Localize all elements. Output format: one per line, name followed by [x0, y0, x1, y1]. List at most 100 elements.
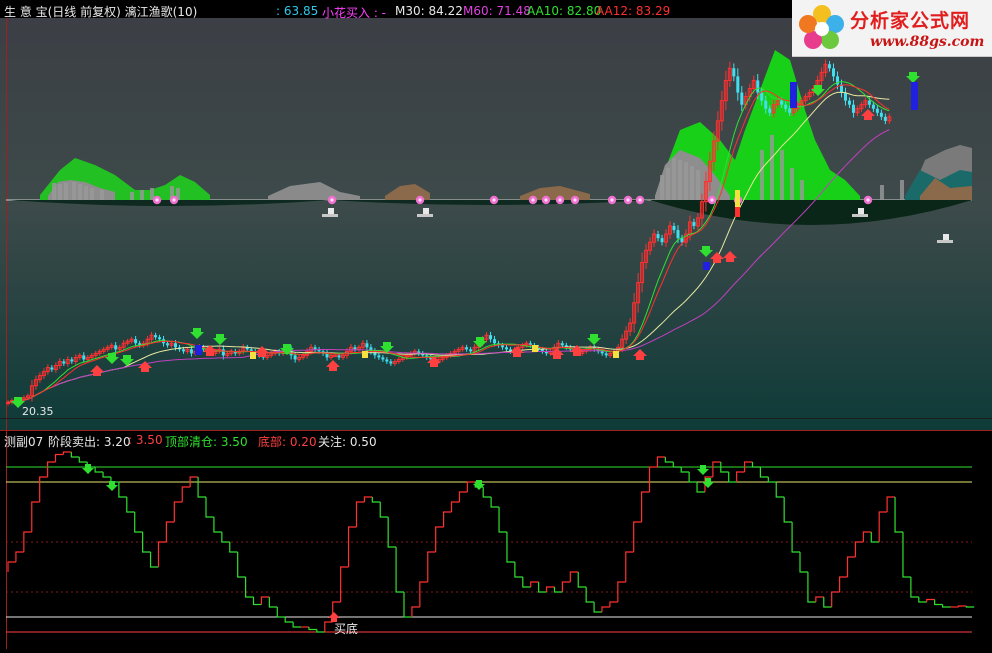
flower-buy-marker	[607, 195, 617, 205]
candle-body	[851, 104, 855, 113]
lower-indicator-name: 测副07	[4, 435, 44, 449]
flower-buy-marker	[415, 195, 425, 205]
volume-bar	[90, 188, 94, 200]
candle-body	[353, 347, 357, 350]
signal-tab	[417, 214, 433, 217]
volume-bar	[672, 158, 676, 200]
candle-body	[158, 337, 162, 340]
volume-bar	[52, 183, 56, 200]
candle-body	[756, 80, 760, 93]
candle-body	[377, 355, 381, 358]
signal-square	[532, 345, 538, 352]
candle-body	[221, 349, 225, 356]
flower-buy-marker	[635, 195, 645, 205]
flower-buy-marker	[863, 195, 873, 205]
volume-bar	[900, 180, 904, 200]
candle-body	[505, 347, 508, 350]
signal-tab	[943, 234, 949, 240]
signal-bar-blue	[703, 262, 710, 270]
candle-body	[600, 351, 604, 354]
volume-bar	[660, 175, 664, 200]
candle-body	[879, 112, 883, 117]
signal-tab	[423, 208, 429, 214]
volume-bar	[78, 184, 82, 200]
volume-bar	[666, 168, 670, 200]
candle-body	[692, 221, 696, 226]
flower-buy-marker	[528, 195, 538, 205]
volume-bar	[678, 160, 682, 200]
candle-body	[62, 361, 66, 364]
signal-bar-blue	[195, 345, 202, 355]
volume-bar	[72, 182, 76, 200]
candle-body	[166, 343, 170, 346]
candle-body	[385, 359, 389, 362]
signal-square	[735, 207, 740, 217]
site-logo[interactable]: 分析家公式网 www.88gs.com	[792, 0, 992, 57]
chart-canvas[interactable]: 20.35	[0, 0, 992, 649]
signal-tab	[852, 214, 868, 217]
candle-body	[493, 339, 497, 344]
flower-buy-marker	[169, 195, 179, 205]
candle-body	[173, 343, 177, 348]
candle-body	[189, 349, 193, 354]
volume-bar	[790, 168, 794, 200]
signal-square	[613, 351, 619, 358]
candle-body	[181, 349, 185, 352]
candle-body	[50, 367, 54, 370]
flower-buy-marker	[327, 195, 337, 205]
ma-aa10: AA10: 82.80	[527, 4, 602, 18]
candle-body	[560, 343, 564, 346]
candle-body	[293, 355, 297, 360]
logo-url: www.88gs.com	[870, 34, 985, 50]
candle-body	[501, 345, 505, 348]
candle-body	[847, 100, 851, 105]
signal-square	[250, 352, 256, 359]
candle-body	[604, 353, 608, 356]
candle-body	[381, 357, 385, 360]
candle-body	[313, 347, 317, 350]
flower-buy-marker	[489, 195, 499, 205]
candle-body	[469, 349, 473, 352]
signal-bar-blue	[911, 82, 918, 110]
candle-body	[676, 230, 680, 239]
lower-watch: 关注: 0.50	[318, 435, 377, 449]
flower-buy-marker	[707, 195, 717, 205]
lower-panel-bg	[0, 430, 992, 649]
candle-body	[672, 226, 676, 231]
candle-body	[732, 68, 736, 77]
volume-bar	[696, 170, 700, 200]
logo-title: 分析家公式网	[850, 10, 971, 32]
lower-top-clear: 顶部清仓: 3.50	[165, 435, 248, 449]
candle-body	[337, 355, 341, 358]
candle-body	[760, 92, 764, 101]
volume-bar	[760, 150, 764, 200]
candle-body	[764, 100, 768, 109]
flower-buy-marker	[623, 195, 633, 205]
candle-body	[843, 92, 847, 101]
candle-body	[373, 351, 377, 356]
signal-bar-blue	[790, 82, 797, 108]
candle-body	[871, 104, 875, 109]
candle-body	[660, 238, 664, 243]
lower-value-red: : 3.50	[128, 433, 163, 447]
buy-bottom-label: 买底	[334, 622, 359, 636]
ma-m60: M60: 71.48	[463, 4, 531, 18]
volume-bar	[58, 184, 62, 200]
signal-tab	[858, 208, 864, 214]
candle-body	[465, 347, 469, 350]
ma-m30: M30: 84.22	[395, 4, 463, 18]
flower-buy-marker	[152, 195, 162, 205]
candle-body	[365, 343, 369, 348]
volume-bar	[100, 190, 104, 200]
candle-body	[883, 116, 887, 121]
candle-body	[656, 234, 660, 239]
volume-bar	[64, 183, 68, 200]
candle-body	[740, 92, 744, 105]
signal-square	[362, 351, 368, 358]
volume-bar	[690, 166, 694, 200]
flower-buy-marker	[570, 195, 580, 205]
candle-body	[768, 108, 772, 113]
candle-body	[828, 64, 832, 69]
candle-body	[875, 108, 879, 113]
chart-screen: 20.35 生 意 宝(日线 前复权) 漓江渔歌(10) : 63.85 小花买…	[0, 0, 992, 649]
